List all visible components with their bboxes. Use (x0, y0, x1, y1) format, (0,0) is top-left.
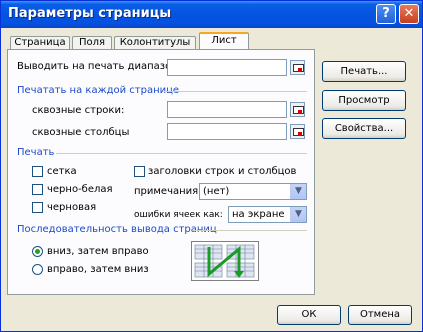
comments-select[interactable]: (нет) ▼ (199, 183, 307, 200)
comments-label: примечания: (134, 186, 202, 197)
comments-value: (нет) (203, 186, 230, 197)
tab-margins[interactable]: Поля (72, 36, 112, 50)
gridlines-label: сетка (47, 166, 77, 177)
rows-picker-icon[interactable] (290, 102, 305, 117)
down-then-over-label: вниз, затем вправо (47, 246, 149, 257)
print-area-picker-icon[interactable] (290, 60, 305, 75)
print-area-input[interactable] (167, 59, 287, 76)
row-col-headings-label: заголовки строк и столбцов (148, 166, 297, 177)
draft-label: черновая (47, 202, 97, 213)
cell-errors-value: на экране (232, 209, 285, 220)
group-divider (193, 230, 307, 231)
tab-page[interactable]: Страница (10, 36, 70, 50)
chevron-down-icon[interactable]: ▼ (290, 207, 306, 222)
print-area-label: Выводить на печать диапазон: (17, 61, 182, 72)
page-order-group-label: Последовательность вывода страниц (17, 224, 217, 235)
cell-errors-select[interactable]: на экране ▼ (228, 206, 307, 223)
page-order-preview-icon (191, 241, 259, 281)
cancel-button[interactable]: Отмена (348, 305, 412, 325)
rows-to-repeat-input[interactable] (167, 101, 287, 118)
cols-to-repeat-input[interactable] (167, 123, 287, 140)
tab-header-footer[interactable]: Колонтитулы (114, 36, 196, 50)
page-setup-dialog: Параметры страницы ? ✕ Страница Поля Кол… (0, 0, 423, 332)
window-title: Параметры страницы (8, 6, 172, 21)
rows-to-repeat-label: сквозные строки: (32, 105, 125, 116)
options-button[interactable]: Свойства... (322, 118, 406, 139)
gridlines-checkbox[interactable] (32, 166, 43, 177)
row-col-headings-checkbox[interactable] (134, 166, 145, 177)
down-then-over-radio[interactable] (32, 246, 43, 257)
group-divider (164, 91, 307, 92)
close-button[interactable]: ✕ (399, 4, 419, 24)
cols-picker-icon[interactable] (290, 124, 305, 139)
title-bar[interactable]: Параметры страницы ? ✕ (1, 1, 422, 28)
over-then-down-label: вправо, затем вниз (47, 264, 149, 275)
print-button[interactable]: Печать... (322, 61, 406, 82)
group-divider (56, 153, 307, 154)
cols-to-repeat-label: сквозные столбцы (32, 127, 130, 138)
help-button[interactable]: ? (376, 4, 396, 24)
cell-errors-label: ошибки ячеек как: (134, 210, 223, 220)
draft-checkbox[interactable] (32, 202, 43, 213)
print-group-label: Печать (17, 147, 55, 158)
preview-button[interactable]: Просмотр (322, 90, 406, 111)
black-white-label: черно-белая (47, 184, 113, 195)
chevron-down-icon[interactable]: ▼ (290, 184, 306, 199)
print-titles-group-label: Печатать на каждой странице (17, 85, 180, 96)
black-white-checkbox[interactable] (32, 184, 43, 195)
over-then-down-radio[interactable] (32, 264, 43, 275)
ok-button[interactable]: ОК (277, 305, 341, 325)
